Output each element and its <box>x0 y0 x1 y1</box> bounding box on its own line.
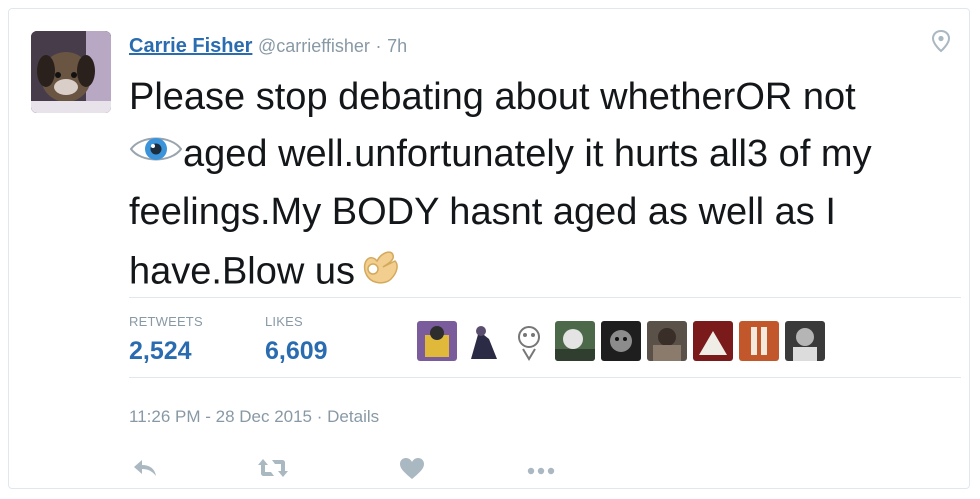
likes-count: 6,609 <box>265 337 328 365</box>
tweet-line-1: Please stop debating about whetherOR not <box>129 76 856 118</box>
divider-middle <box>129 377 961 378</box>
liker-avatar[interactable] <box>417 321 457 361</box>
header-separator: · <box>375 36 382 56</box>
tweet-header: Carrie Fisher @carrieffisher · 7h <box>129 35 407 58</box>
tweet-line-2: aged well.unfortunately it hurts all3 of… <box>129 126 969 184</box>
heart-icon[interactable] <box>399 457 425 486</box>
tweet-card: Carrie Fisher @carrieffisher · 7h Please… <box>8 8 970 489</box>
user-handle[interactable]: @carrieffisher <box>258 36 370 56</box>
time-ago[interactable]: 7h <box>387 36 407 56</box>
user-name[interactable]: Carrie Fisher <box>129 35 252 57</box>
meta-separator: · <box>316 407 323 426</box>
liker-avatar[interactable] <box>601 321 641 361</box>
reply-icon[interactable] <box>131 457 159 484</box>
tweet-line-4-text: have.Blow us <box>129 251 356 293</box>
liker-avatar[interactable] <box>693 321 733 361</box>
avatar[interactable] <box>31 31 111 113</box>
details-link[interactable]: Details <box>327 407 379 426</box>
liker-avatar[interactable] <box>555 321 595 361</box>
tweet-timestamp[interactable]: 11:26 PM - 28 Dec 2015 <box>129 407 312 426</box>
liker-avatar[interactable] <box>647 321 687 361</box>
tweet-meta: 11:26 PM - 28 Dec 2015 · Details <box>129 407 379 427</box>
divider-top <box>129 297 961 298</box>
eye-emoji <box>129 127 183 184</box>
tweet-line-2-text: aged well.unfortunately it hurts all3 of… <box>183 133 872 175</box>
likes-label: LIKES <box>265 314 303 329</box>
tweet-line-3: feelings.My BODY hasnt aged as well as I <box>129 191 836 234</box>
liker-avatar[interactable] <box>739 321 779 361</box>
liker-avatar[interactable] <box>463 321 503 361</box>
liker-avatar[interactable] <box>785 321 825 361</box>
retweets-stat[interactable]: RETWEETS 2,524 <box>129 314 203 366</box>
likers-avatars <box>417 321 825 361</box>
tweet-text: Please stop debating about whetherOR not… <box>129 69 969 306</box>
retweets-label: RETWEETS <box>129 314 203 329</box>
retweet-icon[interactable] <box>257 457 289 484</box>
more-icon[interactable] <box>527 463 555 481</box>
map-pin-icon[interactable] <box>931 29 951 53</box>
liker-avatar[interactable] <box>509 321 549 361</box>
likes-stat[interactable]: LIKES 6,609 <box>265 314 328 366</box>
retweets-count: 2,524 <box>129 337 192 365</box>
